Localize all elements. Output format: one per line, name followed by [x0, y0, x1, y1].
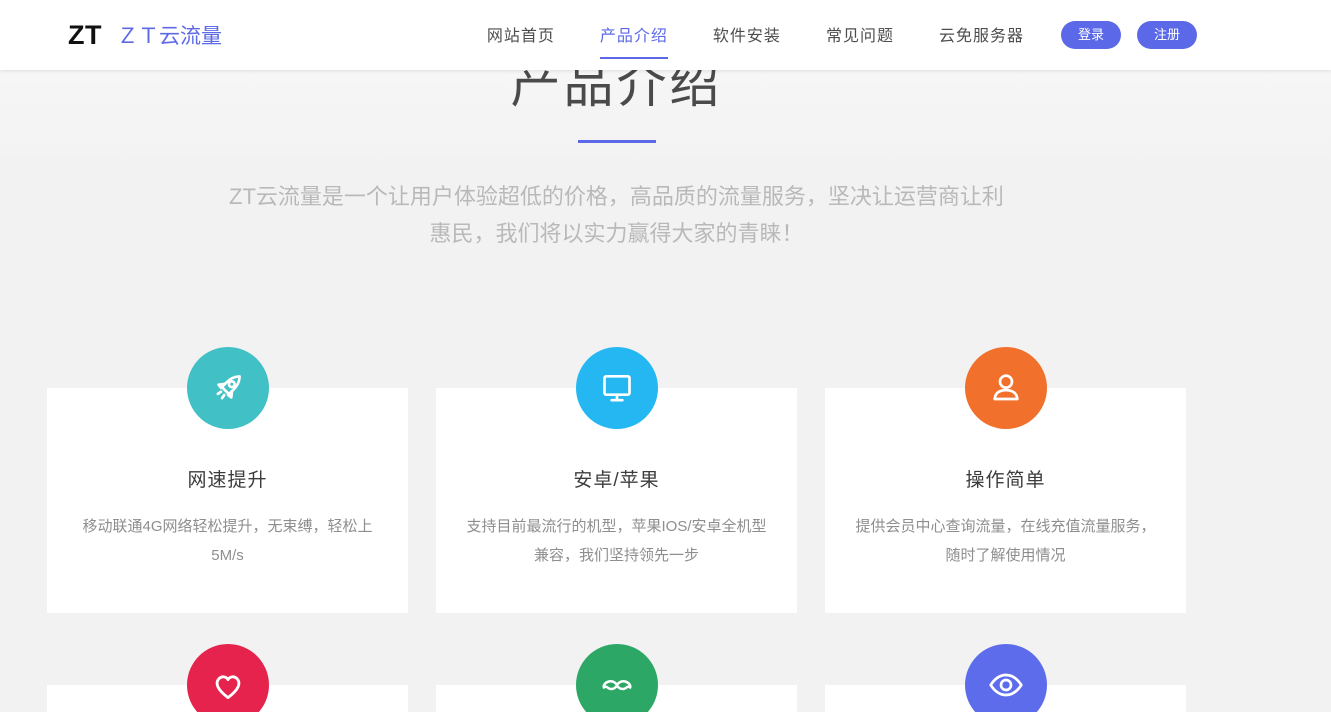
nav-item-home[interactable]: 网站首页 — [487, 22, 555, 48]
feature-card-easy: 操作简单 提供会员中心查询流量，在线充值流量服务，随时了解使用情况 — [825, 388, 1186, 613]
main-nav: 网站首页 产品介绍 软件安装 常见问题 云免服务器 — [487, 22, 1024, 48]
logo-area[interactable]: ZT ＺＴ云流量 — [68, 20, 222, 51]
brand-name[interactable]: ＺＴ云流量 — [117, 20, 222, 50]
heart-icon — [187, 644, 269, 712]
feature-card-speed: 网速提升 移动联通4G网络轻松提升，无束缚，轻松上5M/s — [47, 388, 408, 613]
feature-card-partial-1 — [47, 685, 408, 712]
feature-card-platforms: 安卓/苹果 支持目前最流行的机型，苹果IOS/安卓全机型兼容，我们坚持领先一步 — [436, 388, 797, 613]
mustache-icon — [576, 644, 658, 712]
register-button[interactable]: 注册 — [1137, 21, 1197, 49]
eye-icon — [965, 644, 1047, 712]
feature-card-partial-2 — [436, 685, 797, 712]
card-text: 支持目前最流行的机型，苹果IOS/安卓全机型兼容，我们坚持领先一步 — [436, 512, 797, 570]
user-icon — [965, 347, 1047, 429]
logo[interactable]: ZT — [68, 20, 102, 51]
card-text: 移动联通4G网络轻松提升，无束缚，轻松上5M/s — [47, 512, 408, 570]
features-section: 网速提升 移动联通4G网络轻松提升，无束缚，轻松上5M/s 安卓/苹果 支持目前… — [47, 388, 1186, 712]
feature-card-partial-3 — [825, 685, 1186, 712]
monitor-icon — [576, 347, 658, 429]
features-row-2 — [47, 685, 1186, 712]
nav-item-cloud-server[interactable]: 云免服务器 — [939, 22, 1024, 48]
card-text: 提供会员中心查询流量，在线充值流量服务，随时了解使用情况 — [825, 512, 1186, 570]
auth-area: 登录 注册 — [1061, 21, 1197, 49]
main-content: 产品介绍 ZT云流量是一个让用户体验超低的价格，高品质的流量服务，坚决让运营商让… — [0, 0, 1331, 712]
hero-description: ZT云流量是一个让用户体验超低的价格，高品质的流量服务，坚决让运营商让利惠民，我… — [229, 178, 1004, 252]
nav-item-install[interactable]: 软件安装 — [713, 22, 781, 48]
title-divider — [578, 140, 656, 143]
top-navbar: ZT ＺＴ云流量 网站首页 产品介绍 软件安装 常见问题 云免服务器 登录 注册 — [0, 0, 1331, 70]
features-row-1: 网速提升 移动联通4G网络轻松提升，无束缚，轻松上5M/s 安卓/苹果 支持目前… — [47, 388, 1186, 613]
login-button[interactable]: 登录 — [1061, 21, 1121, 49]
rocket-icon — [187, 347, 269, 429]
nav-item-products[interactable]: 产品介绍 — [600, 22, 668, 48]
nav-item-faq[interactable]: 常见问题 — [826, 22, 894, 48]
